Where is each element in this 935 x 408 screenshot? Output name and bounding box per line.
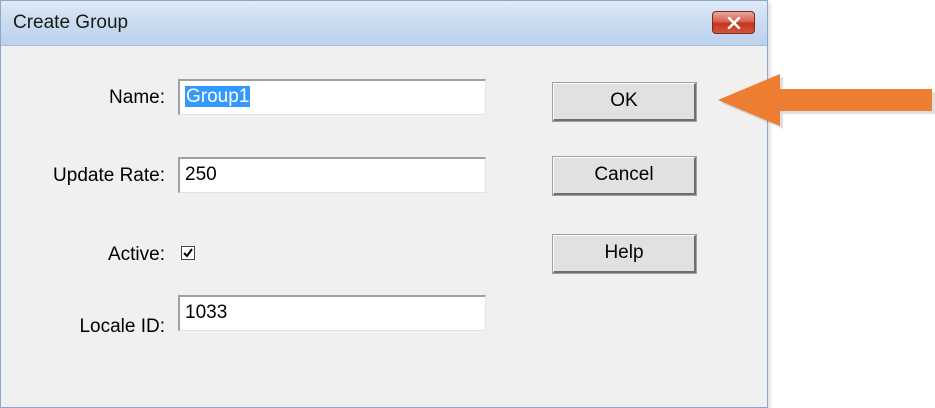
update-rate-label: Update Rate: [53,165,165,186]
ok-button[interactable]: OK [552,82,697,122]
title-bar[interactable]: Create Group [1,1,767,46]
checkmark-icon [183,248,193,258]
name-label: Name: [109,87,165,108]
name-value: Group1 [185,86,251,107]
active-checkbox[interactable] [181,246,195,260]
help-button[interactable]: Help [552,234,697,274]
window-title: Create Group [13,12,129,33]
locale-field[interactable]: 1033 [178,295,486,331]
update-rate-value: 250 [185,164,217,185]
name-field[interactable]: Group1 [178,79,486,115]
close-icon [727,16,740,29]
arrow-icon [718,74,935,129]
dialog-body: Name: Group1 Update Rate: 250 Active: Lo… [9,46,759,399]
active-label: Active: [107,244,165,265]
locale-label: Locale ID: [79,316,165,337]
create-group-dialog: Create Group Name: Group1 Update Rate: 2… [0,0,768,408]
locale-value: 1033 [185,302,228,323]
cancel-button[interactable]: Cancel [552,156,697,196]
update-rate-field[interactable]: 250 [178,157,486,193]
close-button[interactable] [712,11,755,34]
